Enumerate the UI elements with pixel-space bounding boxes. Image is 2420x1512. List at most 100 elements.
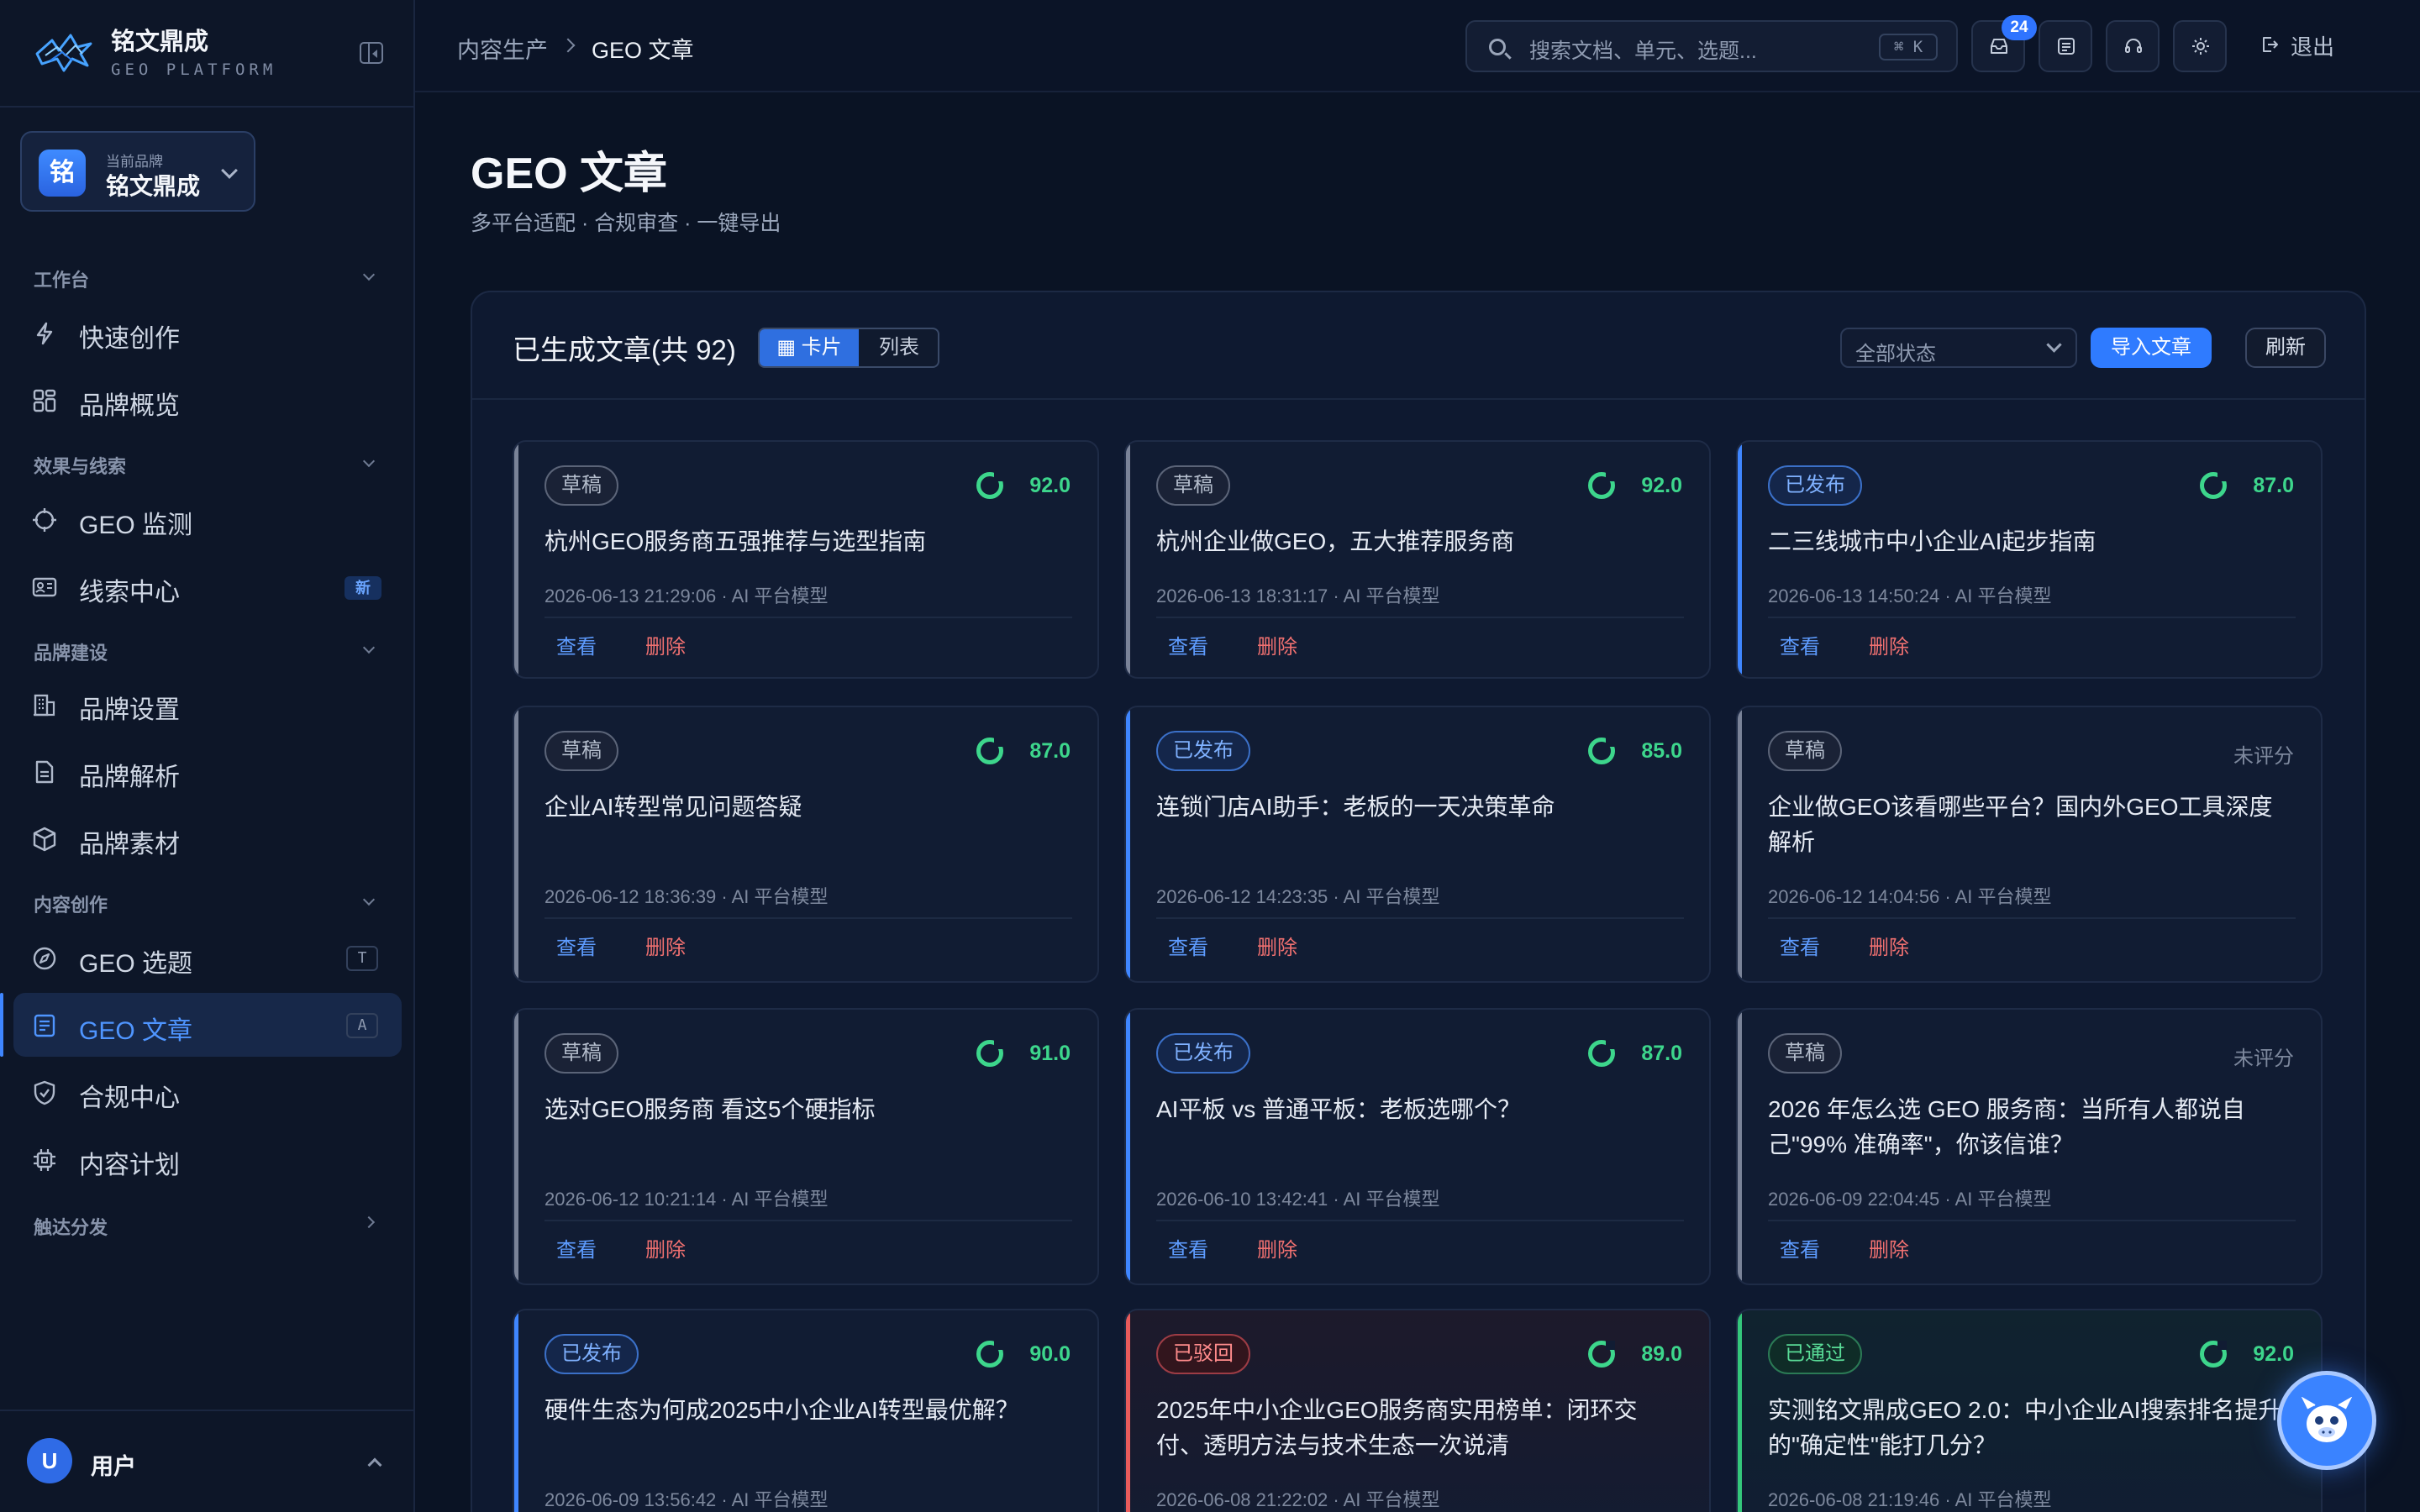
brand-name: 铭文鼎成 — [106, 173, 201, 199]
view-article-button[interactable]: 查看 — [1780, 1233, 1820, 1263]
article-title[interactable]: 杭州企业做GEO，五大推荐服务商 — [1156, 524, 1684, 559]
quality-score: 92.0 — [2253, 1342, 2294, 1366]
assistant-button[interactable] — [2277, 1371, 2376, 1470]
inbox-button[interactable]: 24 — [1971, 15, 2037, 72]
article-meta: 2026-06-12 14:04:56 · AI 平台模型 — [1768, 886, 2052, 907]
delete-article-button[interactable]: 删除 — [1869, 630, 1909, 659]
article-title[interactable]: 实测铭文鼎成GEO 2.0：中小企业AI搜索排名提升的"确定性"能打几分？ — [1768, 1393, 2296, 1463]
panel-title: 已生成文章(共 92) — [513, 334, 736, 365]
user-menu[interactable]: U 用户 — [0, 1410, 413, 1512]
sidebar-item-brand-analysis[interactable]: 品牌解析 — [13, 739, 402, 803]
article-title[interactable]: 企业AI转型常见问题答疑 — [544, 790, 1072, 825]
nav-group-distribution[interactable]: 触达分发 — [34, 1213, 108, 1240]
view-article-button[interactable]: 查看 — [1168, 1233, 1208, 1263]
logout-icon[interactable] — [2260, 35, 2279, 54]
article-card[interactable]: 草稿 92.0 杭州GEO服务商五强推荐与选型指南 2026-06-13 21:29:… — [513, 440, 1099, 679]
view-article-button[interactable]: 查看 — [556, 630, 597, 659]
search-icon — [1489, 39, 1506, 55]
delete-article-button[interactable]: 删除 — [1257, 931, 1297, 960]
status-badge: 已驳回 — [1156, 1334, 1250, 1374]
article-title[interactable]: 2025年中小企业GEO服务商实用榜单：闭环交付、透明方法与技术生态一次说清 — [1156, 1393, 1684, 1463]
brand-switcher[interactable]: 铭 当前品牌 铭文鼎成 — [20, 131, 255, 212]
nav-group-content-creation[interactable]: 内容创作 — [34, 890, 108, 917]
article-title[interactable]: 选对GEO服务商 看这5个硬指标 — [544, 1092, 1072, 1127]
status-stripe — [1738, 1010, 1742, 1284]
status-filter-select[interactable]: 全部状态 — [1840, 328, 2077, 368]
breadcrumb-parent[interactable]: 内容生产 — [457, 32, 548, 65]
article-card[interactable]: 已发布 85.0 连锁门店AI助手：老板的一天决策革命 2026-06-12 14:2… — [1124, 706, 1711, 983]
view-list-button[interactable]: 列表 — [859, 329, 938, 366]
article-card[interactable]: 已通过 92.0 实测铭文鼎成GEO 2.0：中小企业AI搜索排名提升的"确定性"能… — [1736, 1309, 2323, 1512]
chevron-right-icon[interactable] — [362, 1215, 376, 1229]
delete-article-button[interactable]: 删除 — [645, 931, 686, 960]
nav-group-workbench[interactable]: 工作台 — [34, 265, 89, 292]
article-card[interactable]: 已发布 90.0 硬件生态为何成2025中小企业AI转型最优解？ 2026-06-09… — [513, 1309, 1099, 1512]
logout-button[interactable]: 退出 — [2291, 30, 2334, 61]
article-card[interactable]: 草稿 未评分 企业做GEO该看哪些平台？国内外GEO工具深度解析 2026-06-12… — [1736, 706, 2323, 983]
sidebar-item-geo-monitor[interactable]: GEO 监测 — [13, 487, 402, 551]
sidebar-item-quick-create[interactable]: 快速创作 — [13, 301, 402, 365]
sidebar-item-brand-overview[interactable]: 品牌概览 — [13, 368, 402, 432]
sidebar-item-content-plan[interactable]: 内容计划 — [13, 1127, 402, 1191]
nav-group-brand-building[interactable]: 品牌建设 — [34, 638, 108, 665]
view-article-button[interactable]: 查看 — [556, 931, 597, 960]
article-card[interactable]: 已发布 87.0 二三线城市中小企业AI起步指南 2026-06-13 14:50:2… — [1736, 440, 2323, 679]
page-subtitle: 多平台适配 · 合规审查 · 一键导出 — [471, 212, 781, 235]
chevron-down-icon[interactable] — [362, 268, 376, 281]
sidebar-item-compliance[interactable]: 合规中心 — [13, 1060, 402, 1124]
article-title[interactable]: 硬件生态为何成2025中小企业AI转型最优解？ — [544, 1393, 1072, 1428]
view-article-button[interactable]: 查看 — [556, 1233, 597, 1263]
score-ring-icon — [976, 738, 1003, 764]
article-card[interactable]: 草稿 未评分 2026 年怎么选 GEO 服务商：当所有人都说自己"99% 准确率"… — [1736, 1008, 2323, 1285]
view-article-button[interactable]: 查看 — [1780, 931, 1820, 960]
article-card[interactable]: 草稿 87.0 企业AI转型常见问题答疑 2026-06-12 18:36:39 · … — [513, 706, 1099, 983]
sidebar-item-brand-settings[interactable]: 品牌设置 — [13, 672, 402, 736]
inbox-badge: 24 — [2002, 15, 2037, 40]
sidebar-item-label: 品牌素材 — [79, 831, 180, 858]
article-card[interactable]: 已发布 87.0 AI平板 vs 普通平板：老板选哪个？ 2026-06-10 13:… — [1124, 1008, 1711, 1285]
search-input[interactable]: 搜索文档、单元、选题... ⌘ K — [1465, 20, 1958, 72]
article-title[interactable]: AI平板 vs 普通平板：老板选哪个？ — [1156, 1092, 1684, 1127]
article-card[interactable]: 草稿 91.0 选对GEO服务商 看这5个硬指标 2026-06-12 10:21:1… — [513, 1008, 1099, 1285]
delete-article-button[interactable]: 删除 — [1257, 630, 1297, 659]
chevron-down-icon[interactable] — [362, 893, 376, 906]
delete-article-button[interactable]: 删除 — [645, 630, 686, 659]
sidebar-item-leads[interactable]: 线索中心 新 — [13, 554, 402, 618]
article-title[interactable]: 企业做GEO该看哪些平台？国内外GEO工具深度解析 — [1768, 790, 2296, 860]
chevron-down-icon — [221, 162, 238, 179]
import-article-button[interactable]: 导入文章 — [2091, 328, 2212, 368]
article-meta: 2026-06-13 14:50:24 · AI 平台模型 — [1768, 585, 2052, 606]
logo-icon — [35, 34, 92, 72]
quality-score: 87.0 — [1641, 1042, 1682, 1065]
collapse-sidebar-icon[interactable] — [360, 42, 383, 64]
sidebar-item-geo-articles[interactable]: GEO 文章 A — [0, 993, 402, 1057]
status-stripe — [1738, 442, 1742, 677]
support-button[interactable] — [2106, 20, 2160, 72]
chevron-down-icon[interactable] — [362, 641, 376, 654]
sidebar-item-brand-assets[interactable]: 品牌素材 — [13, 806, 402, 870]
tasks-button[interactable] — [2039, 20, 2092, 72]
view-article-button[interactable]: 查看 — [1780, 630, 1820, 659]
article-title[interactable]: 杭州GEO服务商五强推荐与选型指南 — [544, 524, 1072, 559]
article-title[interactable]: 二三线城市中小企业AI起步指南 — [1768, 524, 2296, 559]
view-article-button[interactable]: 查看 — [1168, 630, 1208, 659]
chevron-right-icon — [560, 38, 576, 53]
delete-article-button[interactable]: 删除 — [1257, 1233, 1297, 1263]
delete-article-button[interactable]: 删除 — [645, 1233, 686, 1263]
score-ring-icon — [976, 1040, 1003, 1067]
view-article-button[interactable]: 查看 — [1168, 931, 1208, 960]
chevron-down-icon[interactable] — [362, 454, 376, 468]
article-card[interactable]: 已驳回 89.0 2025年中小企业GEO服务商实用榜单：闭环交付、透明方法与技术生… — [1124, 1309, 1711, 1512]
article-title[interactable]: 连锁门店AI助手：老板的一天决策革命 — [1156, 790, 1684, 825]
delete-article-button[interactable]: 删除 — [1869, 1233, 1909, 1263]
nav-group-effects-leads[interactable]: 效果与线索 — [34, 452, 126, 479]
article-card[interactable]: 草稿 92.0 杭州企业做GEO，五大推荐服务商 2026-06-13 18:31:1… — [1124, 440, 1711, 679]
article-title[interactable]: 2026 年怎么选 GEO 服务商：当所有人都说自己"99% 准确率"，你该信谁… — [1768, 1092, 2296, 1163]
refresh-button[interactable]: 刷新 — [2245, 328, 2326, 368]
divider — [1768, 917, 2296, 919]
view-card-button[interactable]: ▦ 卡片 — [760, 329, 859, 366]
sidebar-item-geo-topics[interactable]: GEO 选题 T — [13, 926, 402, 990]
theme-toggle-button[interactable] — [2173, 20, 2227, 72]
delete-article-button[interactable]: 删除 — [1869, 931, 1909, 960]
status-stripe — [1738, 1310, 1742, 1512]
